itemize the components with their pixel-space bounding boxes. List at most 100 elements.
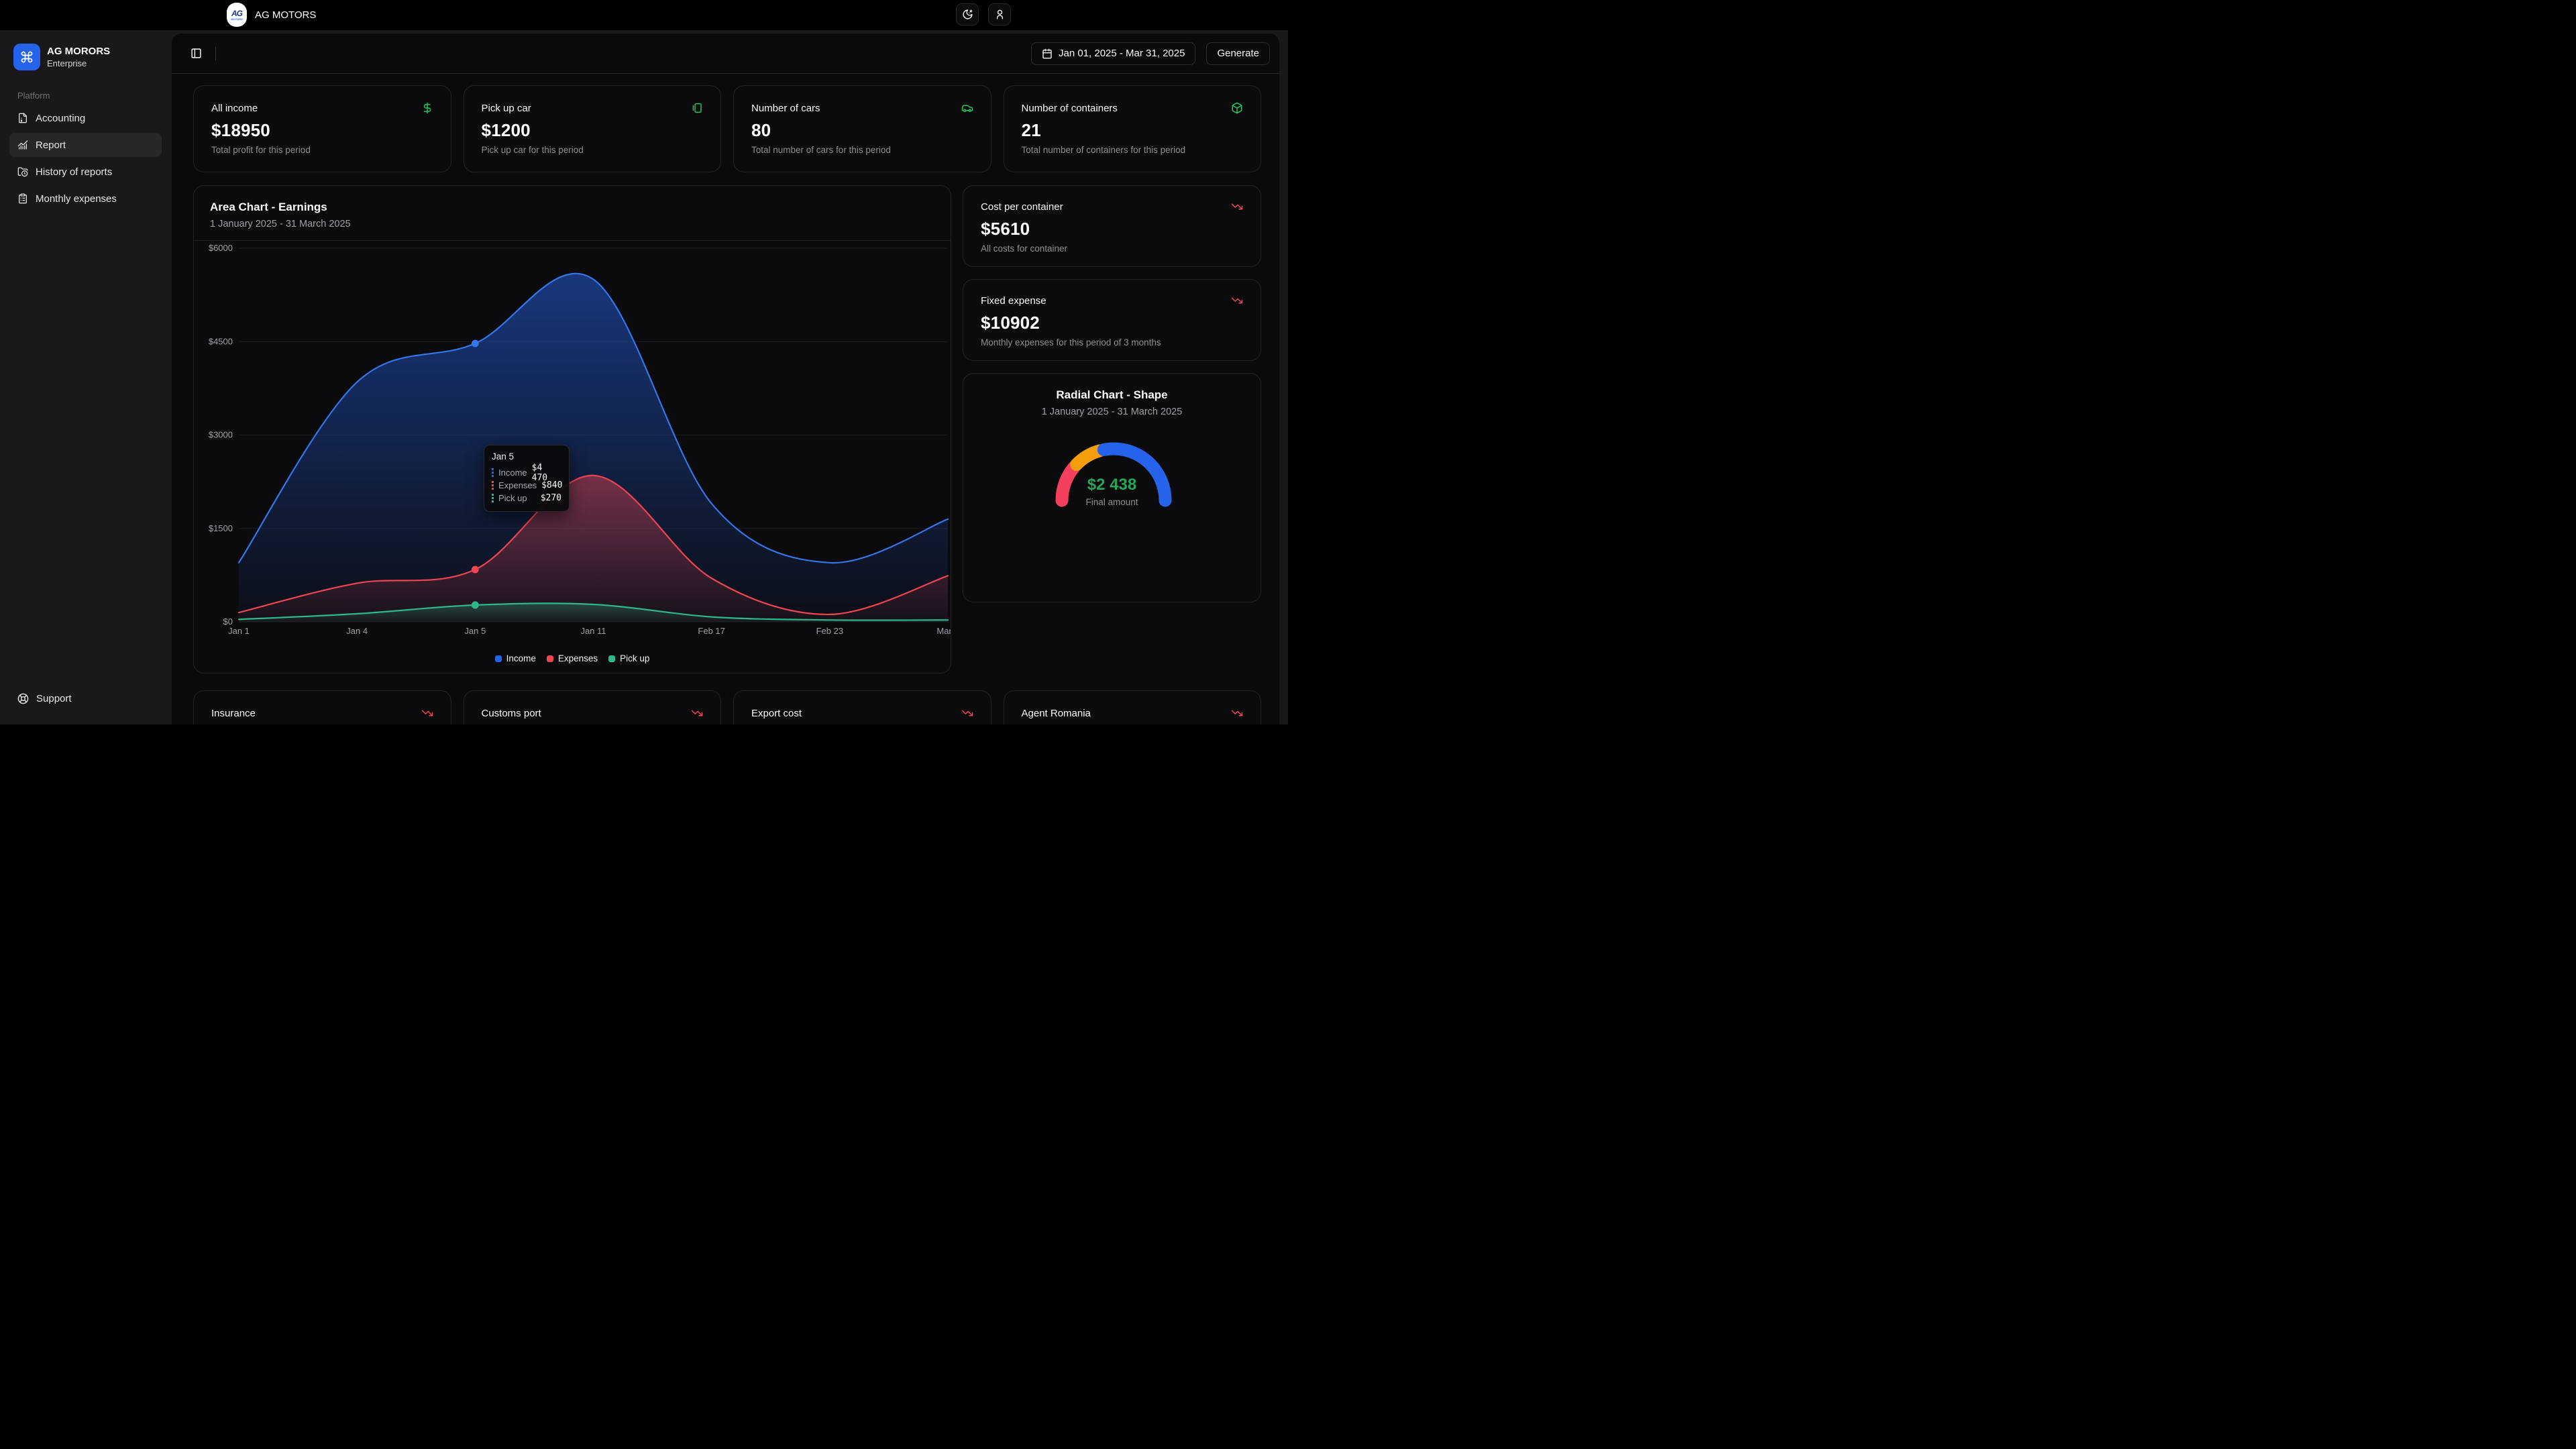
trending-down-icon [1231, 707, 1243, 719]
panel-left-icon [191, 48, 202, 59]
clipboard-icon [17, 193, 28, 204]
sidebar-item-monthly-expenses[interactable]: Monthly expenses [9, 186, 162, 211]
user-icon [994, 9, 1006, 20]
svg-text:$0: $0 [223, 616, 233, 627]
radial-chart-card: Radial Chart - Shape 1 January 2025 - 31… [963, 373, 1261, 602]
date-range-button[interactable]: Jan 01, 2025 - Mar 31, 2025 [1031, 42, 1195, 65]
stat-card-description: Total number of containers for this peri… [1022, 145, 1244, 155]
radial-chart-title: Radial Chart - Shape [963, 388, 1260, 402]
info-card-description: Monthly expenses for this period of 3 mo… [981, 337, 1243, 347]
chart-tooltip: Jan 5 Income$4 470Expenses$840Pick up$27… [484, 445, 570, 512]
svg-text:$1500: $1500 [209, 523, 233, 533]
tooltip-row-income: Income$4 470 [492, 466, 561, 479]
tooltip-row-expenses: Expenses$840 [492, 479, 561, 492]
stat-card-row: All income$18950Total profit for this pe… [193, 85, 1261, 172]
bottom-card-title: Export cost [751, 708, 802, 719]
sidebar-item-report[interactable]: Report [9, 133, 162, 157]
toolbar-divider [215, 47, 216, 60]
sidebar-item-support[interactable]: Support [9, 688, 80, 710]
area-chart-subtitle: 1 January 2025 - 31 March 2025 [210, 219, 934, 229]
sidebar-item-label: Accounting [36, 113, 85, 124]
tooltip-series-value: $4 470 [532, 463, 561, 483]
org-switcher[interactable]: AG MORORS Enterprise [8, 41, 163, 73]
theme-toggle-button[interactable] [956, 3, 979, 25]
info-card-cost-per-container: Cost per container $5610 All costs for con… [963, 185, 1261, 267]
legend-swatch [547, 655, 553, 662]
brand-name: AG MOTORS [255, 9, 316, 21]
svg-text:$4500: $4500 [209, 336, 233, 346]
bottom-card-row: InsuranceCustoms portExport costAgent Ro… [193, 690, 1261, 724]
toolbar: Jan 01, 2025 - Mar 31, 2025 Generate [172, 34, 1279, 74]
sidebar: AG MORORS Enterprise Platform Accounting… [0, 30, 171, 724]
legend-label: Pick up [620, 653, 649, 663]
brand-logo-icon: AG MOTORS [227, 3, 247, 27]
svg-text:Jan 1: Jan 1 [228, 626, 250, 636]
brand-logo-text: AG [231, 9, 242, 17]
area-chart-card: Area Chart - Earnings 1 January 2025 - 3… [193, 185, 951, 674]
sidebar-section-label: Platform [17, 91, 171, 101]
legend-item-expenses: Expenses [547, 653, 598, 663]
svg-text:Jan 11: Jan 11 [580, 626, 606, 636]
sidebar-item-label: Report [36, 140, 66, 151]
trending-down-icon [1231, 294, 1243, 307]
sidebar-item-history-of-reports[interactable]: History of reports [9, 160, 162, 184]
svg-text:Jan 5: Jan 5 [464, 626, 486, 636]
tooltip-row-pick-up: Pick up $270 [492, 492, 561, 504]
tooltip-series-value: $270 [541, 493, 561, 503]
stat-card-title: All income [211, 103, 258, 114]
stat-card-title: Number of containers [1022, 103, 1118, 114]
legend-swatch [495, 655, 502, 662]
info-card-title: Cost per container [981, 201, 1063, 213]
info-card-value: $5610 [981, 219, 1243, 239]
sidebar-item-label: History of reports [36, 166, 112, 178]
org-plan: Enterprise [47, 58, 110, 68]
org-name: AG MORORS [47, 46, 110, 57]
command-icon [13, 44, 40, 70]
trending-down-icon [421, 707, 433, 719]
tooltip-series-name: Expenses [498, 480, 537, 490]
main-panel: Jan 01, 2025 - Mar 31, 2025 Generate All… [172, 34, 1279, 724]
sidebar-item-accounting[interactable]: Accounting [9, 106, 162, 130]
legend-label: Expenses [558, 653, 598, 663]
trending-down-icon [961, 707, 973, 719]
svg-text:Mar 5: Mar 5 [936, 626, 951, 636]
generate-button[interactable]: Generate [1206, 42, 1270, 65]
radial-center-value: $2 438 [963, 476, 1260, 494]
radial-center-label: Final amount [963, 497, 1260, 507]
info-card-description: All costs for container [981, 244, 1243, 254]
stat-card-title: Pick up car [482, 103, 531, 114]
bottom-card-export-cost: Export cost [733, 690, 991, 724]
bottom-card-insurance: Insurance [193, 690, 451, 724]
stat-card-title: Number of cars [751, 103, 820, 114]
top-header: AG MOTORS AG MOTORS [0, 0, 1288, 30]
sidebar-toggle-button[interactable] [184, 42, 207, 65]
tooltip-series-name: Pick up [498, 493, 527, 503]
package-icon [1231, 102, 1243, 114]
tooltip-series-name: Income [498, 468, 527, 478]
user-button[interactable] [988, 3, 1011, 25]
legend-swatch [608, 655, 615, 662]
stat-card-value: $1200 [482, 120, 704, 141]
radial-chart-subtitle: 1 January 2025 - 31 March 2025 [963, 407, 1260, 417]
trending-down-icon [691, 707, 703, 719]
legend-item-pick-up: Pick up [608, 653, 649, 663]
generate-label: Generate [1217, 48, 1259, 59]
stat-card-value: 80 [751, 120, 973, 141]
stat-card-description: Total number of cars for this period [751, 145, 973, 155]
svg-text:Feb 17: Feb 17 [698, 626, 724, 636]
right-column: Cost per container $5610 All costs for con… [963, 185, 1261, 674]
command-icon [20, 50, 34, 64]
calendar-icon [1042, 48, 1053, 59]
tooltip-title: Jan 5 [492, 451, 561, 462]
info-card-title: Fixed expense [981, 295, 1046, 307]
file-icon [17, 113, 28, 123]
folder-clock-icon [17, 166, 28, 177]
stat-card-description: Total profit for this period [211, 145, 433, 155]
bar-chart-icon [17, 140, 28, 150]
info-card-fixed-expense: Fixed expense$10902Monthly expenses for … [963, 279, 1261, 361]
stat-card-description: Pick up car for this period [482, 145, 704, 155]
bottom-card-title: Customs port [482, 708, 541, 719]
tooltip-series-indicator [492, 468, 494, 477]
tooltip-series-indicator [492, 481, 494, 490]
sidebar-item-label: Monthly expenses [36, 193, 117, 205]
